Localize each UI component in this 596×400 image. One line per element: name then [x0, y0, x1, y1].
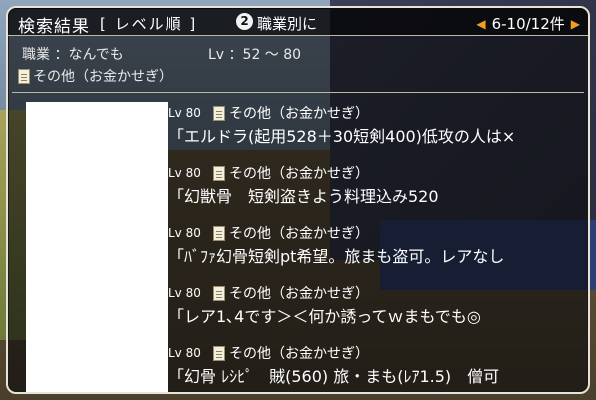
switch-sort-button-icon[interactable]: 2: [236, 13, 253, 30]
list-item[interactable]: Lv 80 その他（お金かせぎ） 「幻骨 ﾚｼﾋﾟ 賊(560) 旅・まも(ﾚｱ…: [168, 342, 588, 400]
avatar-placeholder: [26, 102, 168, 392]
result-message: 「幻獣骨 短剣盗きよう料理込み520: [168, 187, 439, 206]
result-level: Lv 80: [168, 286, 201, 300]
result-level: Lv 80: [168, 226, 201, 240]
result-category: その他（お金かせぎ）: [229, 346, 369, 362]
result-message: 「ﾊﾞﾌｧ幻骨短剣pt希望。旅まも盗可。レアなし: [168, 247, 505, 266]
result-level: Lv 80: [168, 106, 201, 120]
filter-level-range: Lv ：52 ～ 80: [208, 47, 302, 63]
triangle-right-icon[interactable]: ▶: [571, 17, 580, 31]
result-message: 「レア1､4です＞＜何か誘ってｗまもでも◎: [168, 307, 481, 326]
document-icon: [213, 165, 225, 181]
list-item[interactable]: Lv 80 その他（お金かせぎ） 「レア1､4です＞＜何か誘ってｗまもでも◎: [168, 282, 588, 342]
document-icon: [213, 105, 225, 121]
result-category: その他（お金かせぎ）: [229, 286, 369, 302]
title-bar: 検索結果 [ レベル順 ] 2 職業別に ◀ 6-10/12件 ▶: [8, 8, 588, 37]
divider: [12, 92, 584, 93]
results-list: Lv 80 その他（お金かせぎ） 「エルドラ(起用528＋30短剣400)低攻の…: [168, 102, 588, 400]
document-icon: [213, 345, 225, 361]
document-icon: [213, 225, 225, 241]
pager: ◀ 6-10/12件 ▶: [476, 13, 580, 34]
result-message: 「エルドラ(起用528＋30短剣400)低攻の人は×: [168, 127, 516, 146]
result-level: Lv 80: [168, 346, 201, 360]
filter-category: その他（お金かせぎ）: [33, 69, 173, 85]
document-icon: [18, 68, 30, 84]
list-item[interactable]: Lv 80 その他（お金かせぎ） 「エルドラ(起用528＋30短剣400)低攻の…: [168, 102, 588, 162]
filter-job: 職業 ：なんでも: [22, 47, 124, 63]
result-category: その他（お金かせぎ）: [229, 226, 369, 242]
result-category: その他（お金かせぎ）: [229, 106, 369, 122]
search-results-window: 検索結果 [ レベル順 ] 2 職業別に ◀ 6-10/12件 ▶ 職業 ：なん…: [6, 6, 590, 394]
result-level: Lv 80: [168, 166, 201, 180]
sort-mode-label: [ レベル順 ]: [100, 15, 198, 33]
document-icon: [213, 285, 225, 301]
result-message: 「幻骨 ﾚｼﾋﾟ 賊(560) 旅・まも(ﾚｱ1.5) 僧可: [168, 367, 500, 386]
window-title: 検索結果: [18, 17, 90, 37]
page-range: 6-10/12件: [491, 15, 565, 33]
list-item[interactable]: Lv 80 その他（お金かせぎ） 「幻獣骨 短剣盗きよう料理込み520: [168, 162, 588, 222]
sort-by-job-button[interactable]: 職業別に: [257, 13, 317, 34]
list-item[interactable]: Lv 80 その他（お金かせぎ） 「ﾊﾞﾌｧ幻骨短剣pt希望。旅まも盗可。レアな…: [168, 222, 588, 282]
result-category: その他（お金かせぎ）: [229, 166, 369, 182]
triangle-left-icon[interactable]: ◀: [476, 17, 485, 31]
search-filter: 職業 ：なんでも Lv ：52 ～ 80 その他（お金かせぎ）: [18, 44, 578, 86]
